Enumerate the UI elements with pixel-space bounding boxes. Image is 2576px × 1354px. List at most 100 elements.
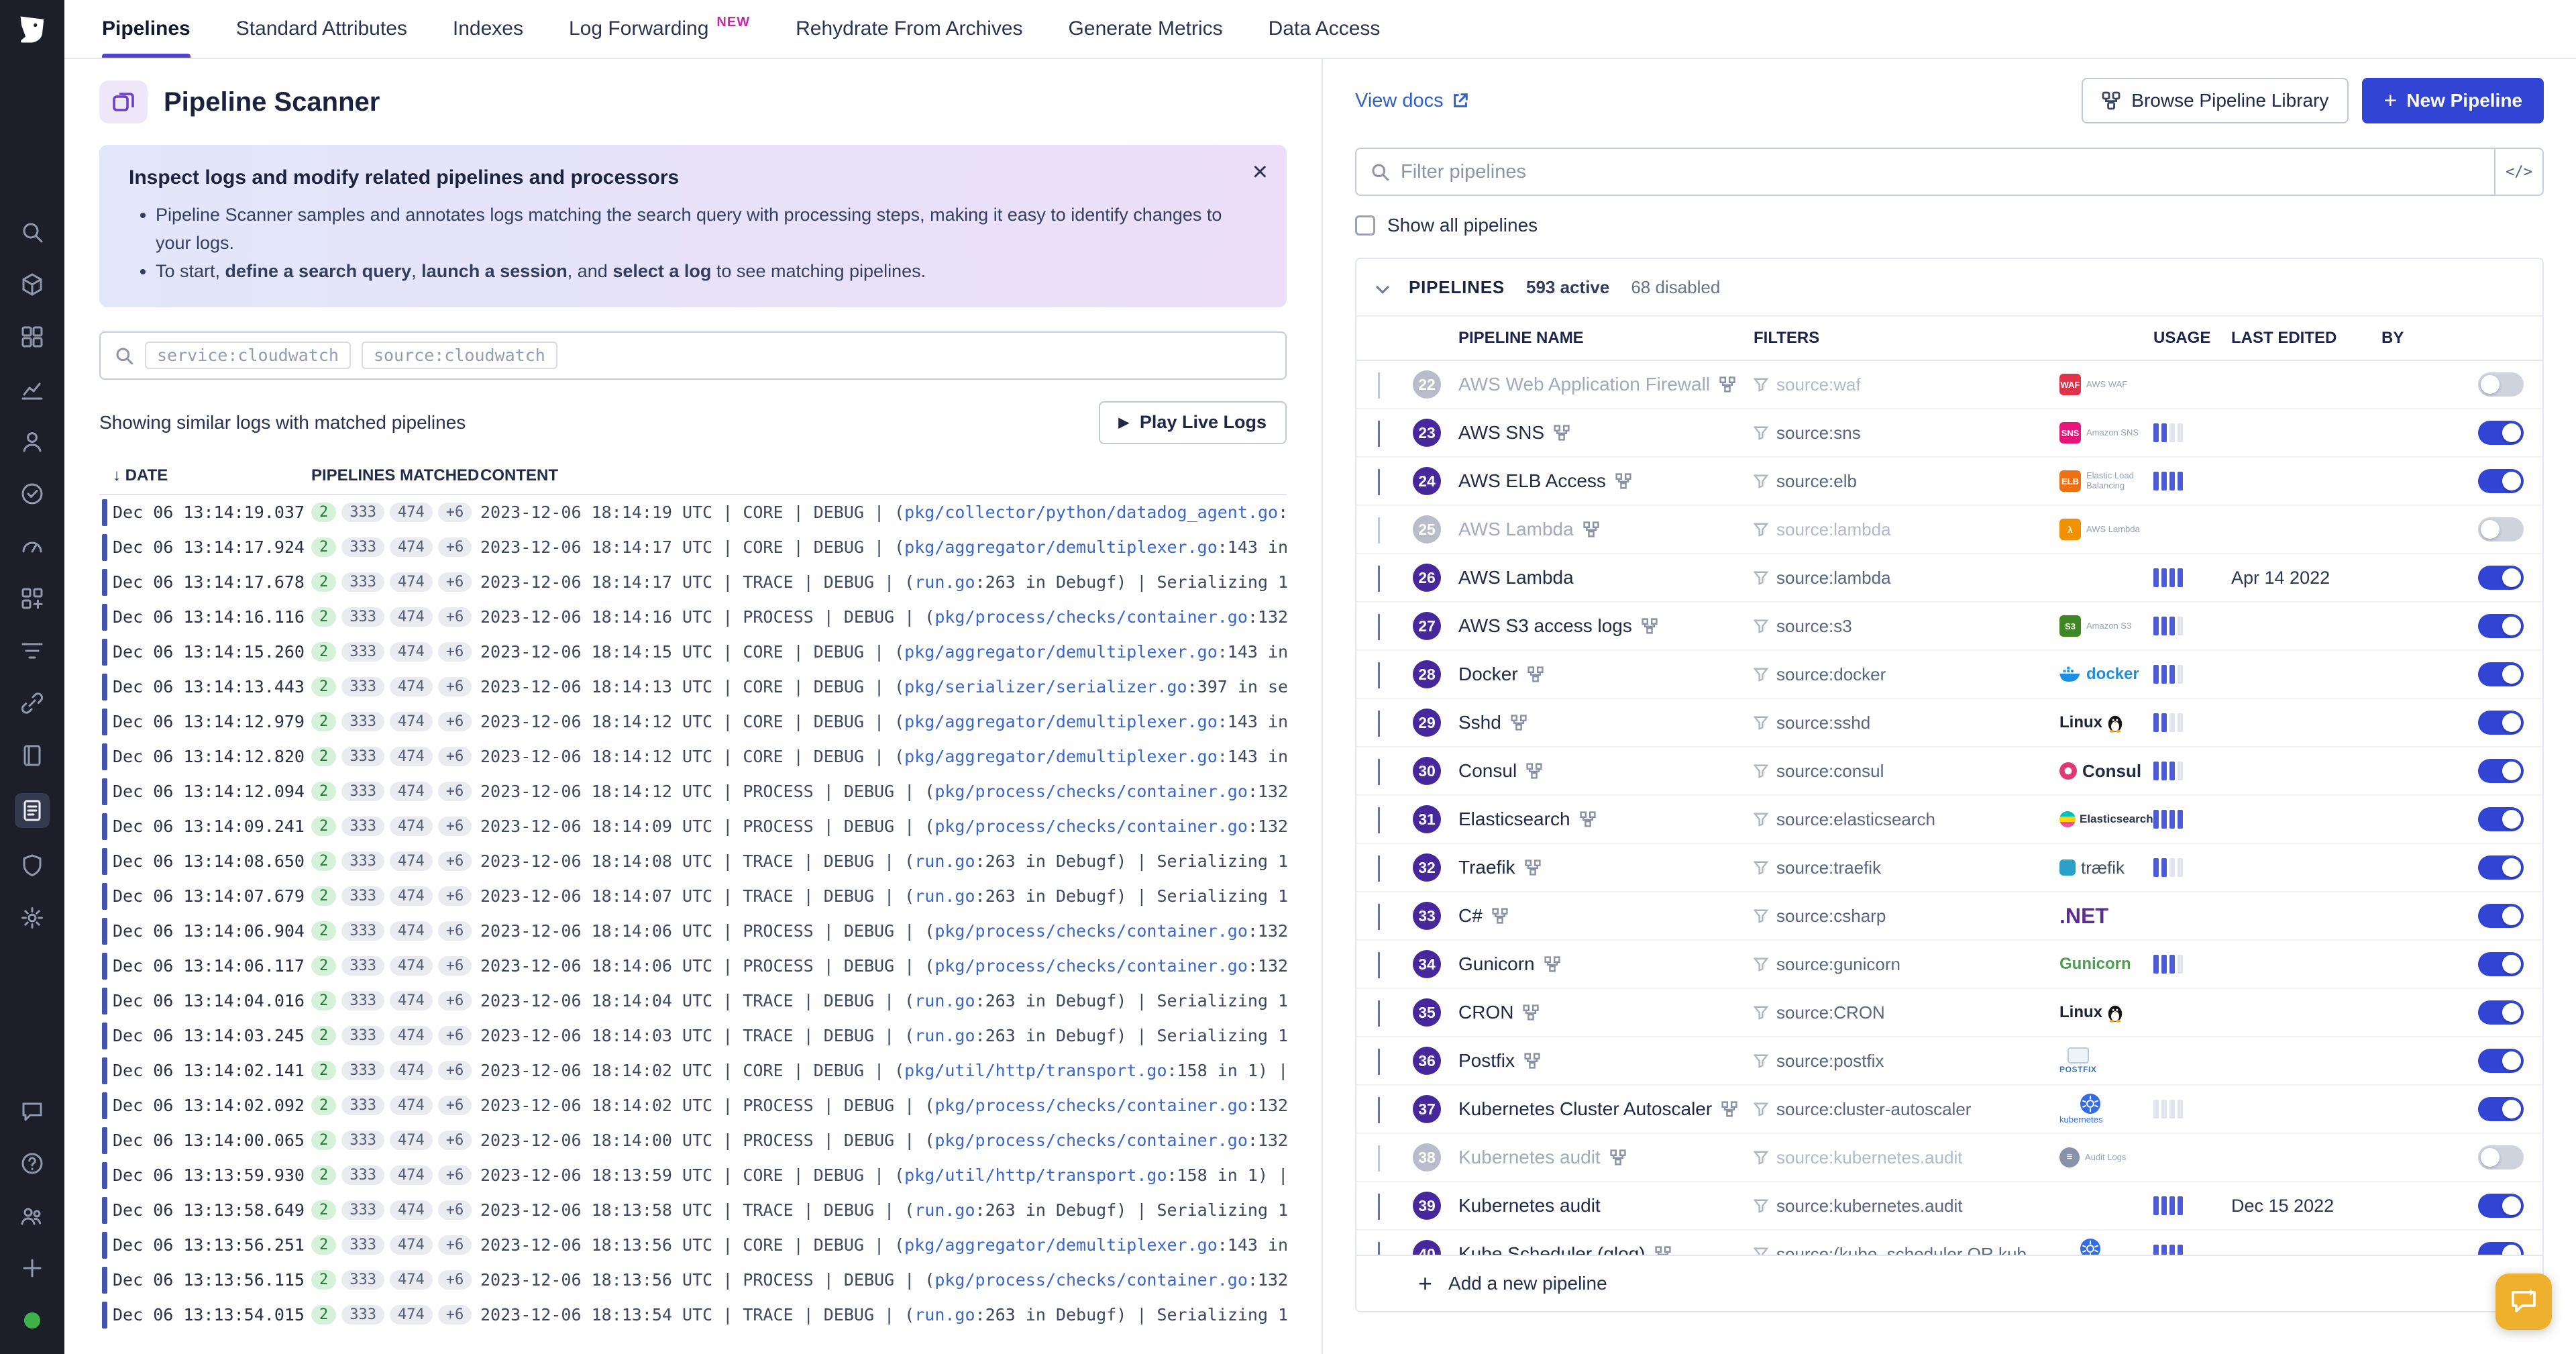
enable-pipeline-toggle[interactable] xyxy=(2478,1097,2524,1121)
add-icon[interactable] xyxy=(17,1253,47,1283)
pipeline-name[interactable]: AWS Lambda xyxy=(1458,519,1754,540)
apm-icon[interactable] xyxy=(17,531,47,561)
enable-pipeline-toggle[interactable] xyxy=(2478,662,2524,686)
tab-pipelines[interactable]: Pipelines xyxy=(102,0,191,58)
expand-row-icon[interactable] xyxy=(1378,759,1380,785)
metrics-icon[interactable] xyxy=(17,374,47,404)
help-icon[interactable] xyxy=(17,1149,47,1178)
expand-row-icon[interactable] xyxy=(1378,855,1380,882)
log-row[interactable]: Dec 06 13:14:17.678 2333474+6 2023-12-06… xyxy=(99,565,1287,600)
expand-row-icon[interactable] xyxy=(1378,711,1380,737)
enable-pipeline-toggle[interactable] xyxy=(2478,566,2524,590)
expand-row-icon[interactable] xyxy=(1378,952,1380,978)
log-row[interactable]: Dec 06 13:13:56.115 2333474+6 2023-12-06… xyxy=(99,1263,1287,1298)
tab-rehydrate-from-archives[interactable]: Rehydrate From Archives xyxy=(796,0,1022,58)
add-pipeline-button[interactable]: + Add a new pipeline xyxy=(1356,1255,2542,1311)
show-all-checkbox[interactable] xyxy=(1355,215,1375,236)
expand-row-icon[interactable] xyxy=(1378,421,1380,447)
pipeline-name[interactable]: Postfix xyxy=(1458,1050,1754,1072)
play-live-logs-button[interactable]: ▶ Play Live Logs xyxy=(1099,401,1287,444)
log-row[interactable]: Dec 06 13:13:59.930 2333474+6 2023-12-06… xyxy=(99,1158,1287,1193)
enable-pipeline-toggle[interactable] xyxy=(2478,952,2524,976)
tab-standard-attributes[interactable]: Standard Attributes xyxy=(236,0,407,58)
pipeline-name[interactable]: Consul xyxy=(1458,760,1754,782)
log-row[interactable]: Dec 06 13:14:02.092 2333474+6 2023-12-06… xyxy=(99,1088,1287,1123)
synthetics-icon[interactable] xyxy=(17,479,47,509)
log-row[interactable]: Dec 06 13:14:17.924 2333474+6 2023-12-06… xyxy=(99,530,1287,565)
settings-icon[interactable] xyxy=(17,903,47,933)
expand-row-icon[interactable] xyxy=(1378,1049,1380,1075)
expand-row-icon[interactable] xyxy=(1378,662,1380,688)
tab-indexes[interactable]: Indexes xyxy=(453,0,523,58)
pipeline-name[interactable]: Kube Scheduler (glog) xyxy=(1458,1243,1754,1255)
pipeline-name[interactable]: C# xyxy=(1458,905,1754,927)
expand-row-icon[interactable] xyxy=(1378,1194,1380,1220)
log-row[interactable]: Dec 06 13:13:56.251 2333474+6 2023-12-06… xyxy=(99,1228,1287,1263)
browse-pipeline-library-button[interactable]: Browse Pipeline Library xyxy=(2082,78,2349,123)
scanner-search-input[interactable]: service:cloudwatch source:cloudwatch xyxy=(99,331,1287,380)
enable-pipeline-toggle[interactable] xyxy=(2478,759,2524,783)
expand-row-icon[interactable] xyxy=(1378,614,1380,640)
profiles-icon[interactable] xyxy=(17,427,47,456)
enable-pipeline-toggle[interactable] xyxy=(2478,807,2524,831)
enable-pipeline-toggle[interactable] xyxy=(2478,372,2524,397)
enable-pipeline-toggle[interactable] xyxy=(2478,1194,2524,1218)
pipeline-name[interactable]: AWS SNS xyxy=(1458,422,1754,444)
pipeline-name[interactable]: Kubernetes audit xyxy=(1458,1195,1754,1216)
expand-row-icon[interactable] xyxy=(1378,807,1380,833)
search-token[interactable]: service:cloudwatch xyxy=(145,342,351,369)
tab-log-forwarding[interactable]: Log ForwardingNEW xyxy=(569,0,750,58)
search-icon[interactable] xyxy=(17,217,47,247)
pipeline-name[interactable]: Kubernetes audit xyxy=(1458,1147,1754,1168)
enable-pipeline-toggle[interactable] xyxy=(2478,517,2524,541)
log-row[interactable]: Dec 06 13:14:09.241 2333474+6 2023-12-06… xyxy=(99,809,1287,844)
enable-pipeline-toggle[interactable] xyxy=(2478,469,2524,493)
enable-pipeline-toggle[interactable] xyxy=(2478,1145,2524,1169)
enable-pipeline-toggle[interactable] xyxy=(2478,855,2524,880)
log-row[interactable]: Dec 06 13:14:15.260 2333474+6 2023-12-06… xyxy=(99,635,1287,670)
pipeline-name[interactable]: Traefik xyxy=(1458,857,1754,878)
enable-pipeline-toggle[interactable] xyxy=(2478,904,2524,928)
log-row[interactable]: Dec 06 13:13:54.015 2333474+6 2023-12-06… xyxy=(99,1298,1287,1333)
status-icon[interactable] xyxy=(17,1306,47,1335)
search-token[interactable]: source:cloudwatch xyxy=(362,342,557,369)
tab-data-access[interactable]: Data Access xyxy=(1269,0,1381,58)
tab-generate-metrics[interactable]: Generate Metrics xyxy=(1069,0,1223,58)
code-view-button[interactable]: </> xyxy=(2494,149,2542,195)
view-docs-link[interactable]: View docs xyxy=(1355,90,1469,112)
enable-pipeline-toggle[interactable] xyxy=(2478,1049,2524,1073)
log-row[interactable]: Dec 06 13:14:03.245 2333474+6 2023-12-06… xyxy=(99,1019,1287,1053)
pipeline-name[interactable]: Elasticsearch xyxy=(1458,809,1754,830)
datadog-logo-icon[interactable] xyxy=(0,0,64,59)
expand-row-icon[interactable] xyxy=(1378,517,1380,543)
security-icon[interactable] xyxy=(17,851,47,880)
log-row[interactable]: Dec 06 13:14:02.141 2333474+6 2023-12-06… xyxy=(99,1053,1287,1088)
pipeline-name[interactable]: Sshd xyxy=(1458,712,1754,733)
log-row[interactable]: Dec 06 13:14:16.116 2333474+6 2023-12-06… xyxy=(99,600,1287,635)
pipeline-name[interactable]: Gunicorn xyxy=(1458,953,1754,975)
expand-row-icon[interactable] xyxy=(1378,1242,1380,1255)
log-row[interactable]: Dec 06 13:14:07.679 2333474+6 2023-12-06… xyxy=(99,879,1287,914)
enable-pipeline-toggle[interactable] xyxy=(2478,421,2524,445)
close-icon[interactable]: × xyxy=(1252,158,1268,185)
pipeline-name[interactable]: AWS S3 access logs xyxy=(1458,615,1754,637)
chat-icon[interactable] xyxy=(17,1096,47,1126)
log-row[interactable]: Dec 06 13:13:58.649 2333474+6 2023-12-06… xyxy=(99,1193,1287,1228)
pipeline-name[interactable]: AWS Lambda xyxy=(1458,567,1754,588)
expand-row-icon[interactable] xyxy=(1378,566,1380,592)
log-row[interactable]: Dec 06 13:14:19.037 2333474+6 2023-12-06… xyxy=(99,495,1287,530)
log-row[interactable]: Dec 06 13:14:06.117 2333474+6 2023-12-06… xyxy=(99,949,1287,984)
dashboards-icon[interactable] xyxy=(17,322,47,352)
org-icon[interactable] xyxy=(17,1201,47,1231)
expand-row-icon[interactable] xyxy=(1378,1000,1380,1027)
expand-row-icon[interactable] xyxy=(1378,372,1380,399)
assistant-chat-button[interactable] xyxy=(2496,1273,2552,1330)
log-row[interactable]: Dec 06 13:14:06.904 2333474+6 2023-12-06… xyxy=(99,914,1287,949)
log-row[interactable]: Dec 06 13:14:12.820 2333474+6 2023-12-06… xyxy=(99,739,1287,774)
pipeline-name[interactable]: AWS Web Application Firewall xyxy=(1458,374,1754,395)
expand-row-icon[interactable] xyxy=(1378,469,1380,495)
pipeline-name[interactable]: Kubernetes Cluster Autoscaler xyxy=(1458,1098,1754,1120)
integrations-icon[interactable] xyxy=(17,584,47,613)
expand-row-icon[interactable] xyxy=(1378,1145,1380,1171)
log-row[interactable]: Dec 06 13:14:04.016 2333474+6 2023-12-06… xyxy=(99,984,1287,1019)
